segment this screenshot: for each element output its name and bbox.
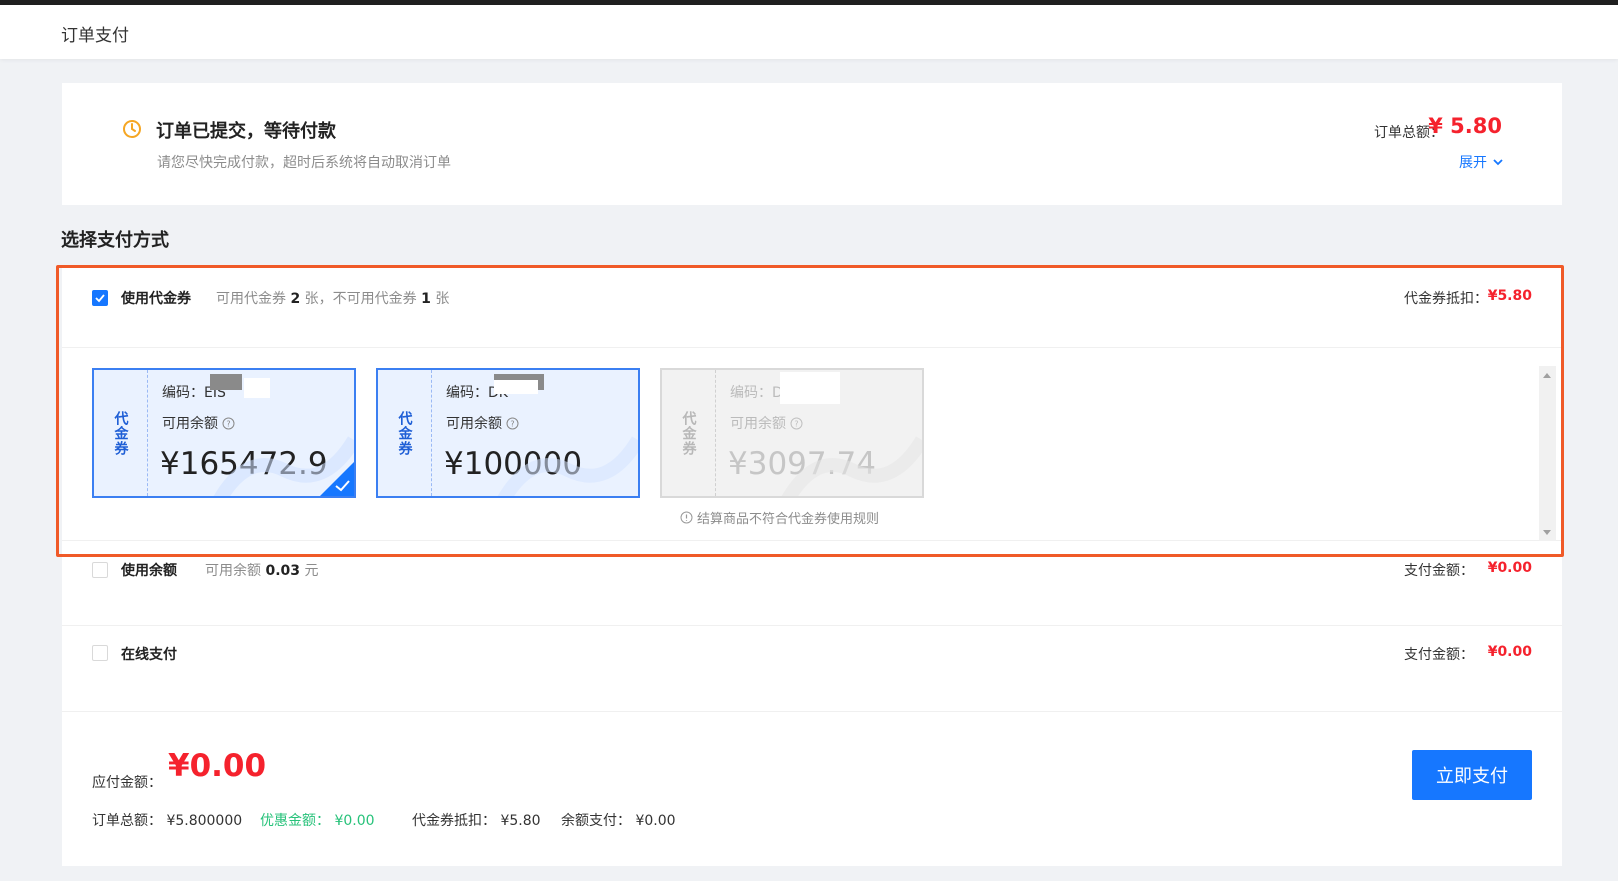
- online-pay-row: 在线支付 支付金额： ¥0.00: [62, 626, 1562, 712]
- payment-summary: 应付金额： ¥0.00 订单总额： ¥5.800000 优惠金额： ¥0.00 …: [62, 712, 1562, 866]
- online-pay-label: 在线支付: [121, 647, 177, 663]
- amount-due-value: ¥0.00: [168, 748, 267, 784]
- balance-pay-value: ¥0.00: [1487, 560, 1532, 576]
- balance-checkbox[interactable]: [92, 562, 108, 578]
- clock-icon: [123, 120, 141, 138]
- summary-voucher-deduct: 代金券抵扣： ¥5.80: [412, 813, 541, 829]
- summary-order-total: 订单总额： ¥5.800000: [92, 813, 243, 829]
- page-title: 订单支付: [61, 26, 129, 46]
- pay-now-button[interactable]: 立即支付: [1412, 750, 1532, 800]
- payment-method-title: 选择支付方式: [61, 230, 169, 251]
- summary-discount: 优惠金额： ¥0.00: [260, 813, 375, 829]
- balance-pay-label: 支付金额：: [1404, 563, 1474, 579]
- order-status-card: 订单已提交，等待付款 请您尽快完成付款，超时后系统将自动取消订单 订单总额： ¥…: [62, 83, 1562, 205]
- voucher-highlight-box: [56, 265, 1564, 557]
- balance-availability: 可用余额 0.03 元: [205, 563, 319, 579]
- order-total-value: ¥ 5.80: [1428, 114, 1502, 138]
- balance-label: 使用余额: [121, 563, 177, 579]
- expand-label: 展开: [1459, 155, 1487, 171]
- order-status-title: 订单已提交，等待付款: [156, 121, 336, 142]
- online-pay-amount-label: 支付金额：: [1404, 647, 1474, 663]
- online-pay-checkbox[interactable]: [92, 645, 108, 661]
- expand-button[interactable]: 展开: [1459, 152, 1505, 172]
- order-status-desc: 请您尽快完成付款，超时后系统将自动取消订单: [157, 155, 451, 171]
- online-pay-amount-value: ¥0.00: [1487, 644, 1532, 660]
- chevron-down-icon: [1493, 159, 1503, 166]
- page-header: 订单支付: [0, 5, 1618, 59]
- summary-balance-pay: 余额支付： ¥0.00: [561, 813, 676, 829]
- amount-due-label: 应付金额：: [92, 775, 162, 791]
